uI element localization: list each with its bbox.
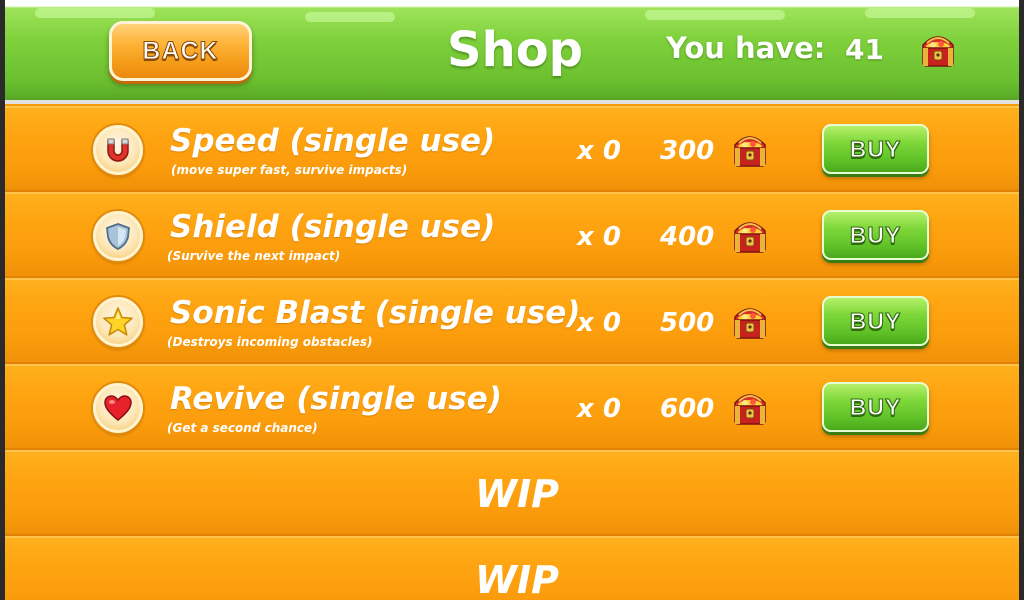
shield-icon xyxy=(93,211,143,261)
list-item: Speed (single use) (move super fast, sur… xyxy=(5,106,1019,192)
item-price: 500 xyxy=(660,308,715,338)
item-name: Shield (single use) xyxy=(170,209,496,245)
treasure-chest-icon xyxy=(919,27,957,71)
buy-button-label: BUY xyxy=(849,393,902,420)
list-item-placeholder: WIP xyxy=(5,450,1019,536)
list-item: Shield (single use) (Survive the next im… xyxy=(5,192,1019,278)
item-price: 300 xyxy=(660,136,715,166)
item-description: (Survive the next impact) xyxy=(167,249,341,263)
back-button[interactable]: BACK xyxy=(109,21,252,81)
treasure-chest-icon xyxy=(731,385,769,429)
wip-label: WIP xyxy=(475,472,559,516)
buy-button[interactable]: BUY xyxy=(822,382,929,432)
buy-button[interactable]: BUY xyxy=(822,210,929,260)
wip-label: WIP xyxy=(475,558,559,600)
buy-button-label: BUY xyxy=(849,221,902,248)
list-item-placeholder: WIP xyxy=(5,536,1019,600)
buy-button[interactable]: BUY xyxy=(822,296,929,346)
grass-highlight xyxy=(35,8,155,18)
buy-button-label: BUY xyxy=(849,307,902,334)
item-count: x 0 xyxy=(577,136,621,166)
grass-highlight xyxy=(865,8,975,18)
item-description: (Get a second chance) xyxy=(167,421,318,435)
buy-button-label: BUY xyxy=(849,135,902,162)
item-name: Speed (single use) xyxy=(170,123,496,159)
item-price: 600 xyxy=(660,394,715,424)
item-name: Sonic Blast (single use) xyxy=(170,295,581,331)
back-button-label: BACK xyxy=(142,36,219,65)
item-count: x 0 xyxy=(577,222,621,252)
grass-highlight xyxy=(645,10,785,20)
list-item: Revive (single use) (Get a second chance… xyxy=(5,364,1019,450)
item-description: (Destroys incoming obstacles) xyxy=(167,335,373,349)
item-price: 400 xyxy=(660,222,715,252)
balance-value: 41 xyxy=(845,33,884,66)
shop-header: BACK Shop You have: 41 xyxy=(5,0,1019,104)
page-title: Shop xyxy=(446,22,584,78)
magnet-icon xyxy=(93,125,143,175)
star-icon xyxy=(93,297,143,347)
treasure-chest-icon xyxy=(731,299,769,343)
balance-label: You have: xyxy=(666,31,826,65)
item-count: x 0 xyxy=(577,308,621,338)
buy-button[interactable]: BUY xyxy=(822,124,929,174)
treasure-chest-icon xyxy=(731,213,769,257)
item-count: x 0 xyxy=(577,394,621,424)
item-name: Revive (single use) xyxy=(170,381,502,417)
grass-highlight xyxy=(305,12,395,22)
list-item: Sonic Blast (single use) (Destroys incom… xyxy=(5,278,1019,364)
item-description: (move super fast, survive impacts) xyxy=(171,163,408,177)
shop-screen: BACK Shop You have: 41 Speed (single use… xyxy=(5,0,1019,600)
treasure-chest-icon xyxy=(731,127,769,171)
heart-icon xyxy=(93,383,143,433)
